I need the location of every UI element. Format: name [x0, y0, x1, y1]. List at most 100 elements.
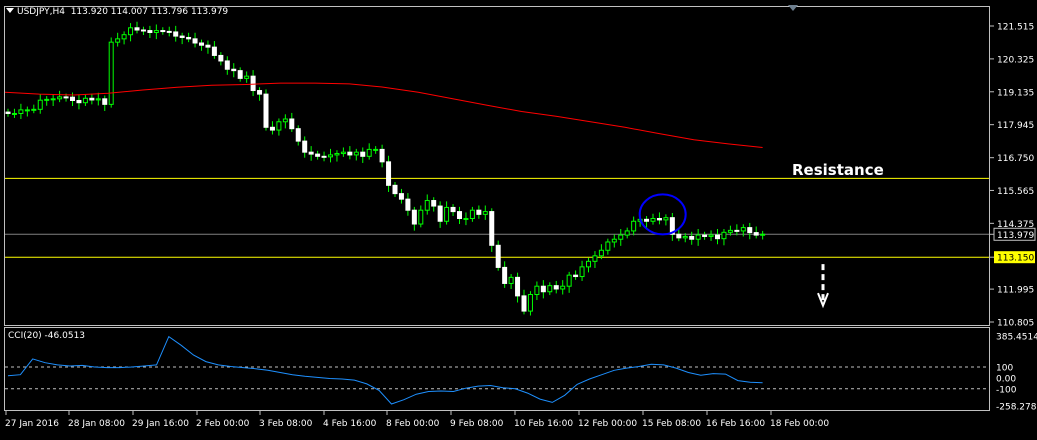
candle-body — [631, 220, 637, 232]
time-tick-label: 18 Feb 00:00 — [770, 419, 829, 429]
candle-body — [515, 276, 521, 297]
chart-header: USDJPY,H4 113.920 114.007 113.796 113.97… — [6, 7, 228, 17]
price-tag-label: 113.979 — [997, 231, 1034, 241]
candle-body — [302, 140, 308, 153]
candle-body — [573, 274, 579, 278]
time-tick-label: 16 Feb 16:00 — [706, 419, 765, 429]
candle-body — [37, 99, 43, 110]
candle-body — [244, 75, 250, 79]
candle-body — [347, 151, 353, 156]
candle-body — [534, 285, 540, 296]
candle-body — [218, 54, 224, 62]
time-tick-label: 2 Feb 00:00 — [196, 419, 250, 429]
candle-body — [250, 75, 256, 92]
candle-body — [186, 36, 192, 40]
candle-body — [469, 209, 475, 219]
candle-body — [192, 38, 198, 44]
candle-body — [502, 266, 508, 284]
cci-tick-label: -258.2783 — [996, 403, 1037, 413]
chart-shift-marker-icon[interactable] — [788, 5, 798, 11]
candle-body — [173, 31, 179, 37]
candle-body — [334, 153, 340, 156]
ohlc-readout: 113.920 114.007 113.796 113.979 — [70, 7, 229, 17]
candle-body — [211, 46, 217, 56]
candle-body — [95, 98, 101, 101]
price-tick-label: 117.945 — [997, 121, 1034, 131]
candle-body — [482, 211, 488, 215]
candle-body — [444, 206, 450, 222]
candle-body — [734, 229, 740, 232]
candle-body — [689, 235, 695, 240]
candle-body — [476, 209, 482, 215]
candle-body — [24, 109, 30, 112]
candle-body — [373, 148, 379, 151]
candle-body — [205, 44, 211, 48]
candle-body — [624, 230, 630, 236]
price-tick-label: 121.515 — [997, 23, 1034, 33]
candle-body — [644, 218, 650, 222]
candle-body — [611, 238, 617, 243]
candle-body — [289, 118, 295, 130]
chart-svg[interactable]: 121.515 120.325 119.135 117.945 116.750 115.5… — [0, 0, 1037, 436]
price-tick-label: 115.565 — [997, 187, 1034, 197]
candle-body — [398, 193, 404, 200]
cci-chart-layer — [5, 335, 989, 405]
candle-body — [437, 205, 443, 222]
candle-body — [360, 151, 366, 157]
candle-body — [50, 98, 56, 101]
candle-body — [760, 233, 766, 236]
candle-body — [153, 30, 159, 33]
cci-panel-frame — [4, 327, 990, 411]
candle-body — [495, 244, 501, 268]
dropdown-triangle-icon[interactable] — [6, 8, 14, 13]
candle-body — [224, 60, 230, 70]
candle-body — [147, 30, 153, 33]
price-tag-label: 113.150 — [997, 254, 1034, 264]
candle-body — [11, 112, 17, 115]
candle-body — [521, 295, 527, 312]
candle-body — [257, 90, 263, 95]
axis-layer: 121.515 120.325 119.135 117.945 116.750 115.5… — [5, 23, 1037, 430]
candle-body — [489, 211, 495, 246]
candle-body — [424, 200, 430, 211]
candle-body — [676, 233, 682, 239]
candle-body — [586, 260, 591, 268]
candle-body — [140, 29, 146, 32]
cci-tick-label: 100 — [996, 364, 1013, 374]
candle-body — [405, 198, 411, 211]
candle-body — [656, 217, 662, 221]
chart-window[interactable]: 121.515 120.325 119.135 117.945 116.750 115.5… — [0, 0, 1037, 436]
candle-body — [508, 276, 514, 284]
candle-body — [282, 118, 288, 123]
candle-body — [708, 234, 714, 237]
cci-header: CCI(20) -46.0513 — [8, 331, 85, 341]
blue-ellipse-annotation — [638, 193, 687, 236]
candle-body — [366, 148, 372, 157]
candle-body — [63, 96, 69, 99]
candle-body — [547, 285, 553, 293]
candle-body — [605, 241, 611, 251]
candle-body — [579, 266, 585, 278]
candle-body — [663, 217, 669, 221]
time-tick-label: 10 Feb 16:00 — [514, 419, 573, 429]
candle-body — [650, 217, 656, 222]
candle-body — [566, 274, 572, 287]
candle-body — [418, 209, 424, 225]
time-tick-label: 15 Feb 08:00 — [642, 419, 701, 429]
moving-average-line — [4, 82, 763, 148]
cci-tick-label: -100 — [996, 385, 1017, 395]
candle-body — [237, 70, 243, 79]
candle-body — [5, 111, 11, 114]
candle-body — [353, 151, 359, 156]
cci-tick-label: 385.4514 — [996, 333, 1037, 343]
candle-body — [199, 42, 204, 46]
candle-body — [695, 234, 701, 240]
price-tick-label: 120.325 — [997, 55, 1034, 65]
time-tick-label: 27 Jan 2016 — [5, 419, 59, 429]
candle-body — [18, 109, 24, 114]
candle-body — [553, 285, 559, 290]
candle-body — [747, 227, 753, 234]
candle-body — [121, 34, 127, 40]
candle-body — [392, 184, 398, 195]
price-tick-label: 111.995 — [997, 286, 1034, 296]
